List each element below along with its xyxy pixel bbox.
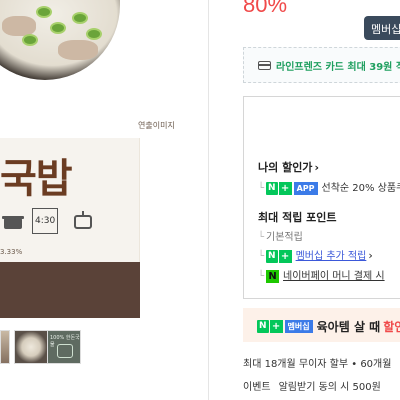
- product-main-image: 연출이미지 국밥 4:30 3.33%: [0, 0, 208, 318]
- scallion: [36, 6, 52, 18]
- thumbnail-2[interactable]: [14, 330, 48, 364]
- chevron-right-icon: ›: [314, 161, 319, 174]
- app-coupon-text: 선착순 20% 상품쿠폰: [321, 183, 400, 194]
- event-text: 알림받기 동의 시 500원: [278, 382, 381, 393]
- event-label: 이벤트: [243, 382, 271, 393]
- timer-icon: 4:30: [32, 208, 58, 234]
- scallion: [86, 28, 102, 40]
- membership-extra-points-link[interactable]: 멤버십 추가 적립: [296, 251, 367, 262]
- membership-button[interactable]: 멤버십: [364, 16, 400, 40]
- npay-money-link[interactable]: 네이버페이 머니 결제 시: [283, 271, 385, 282]
- panel-divider: [208, 0, 209, 400]
- plus-badge: +: [278, 181, 292, 195]
- promo-accent-text: 할인: [383, 320, 400, 334]
- scallion: [22, 34, 38, 46]
- plus-badge: +: [269, 320, 283, 333]
- scallion: [50, 22, 66, 34]
- ambient-image-label: 연출이미지: [138, 121, 175, 130]
- package-icons: 4:30: [0, 208, 140, 242]
- naver-n-badge: N: [266, 249, 278, 263]
- naver-n-badge: N: [266, 181, 278, 195]
- event-info: 이벤트 알림받기 동의 시 500원: [243, 378, 381, 393]
- tree-branch-icon: └: [258, 183, 265, 194]
- discount-rate: 80%: [243, 0, 288, 17]
- thumbnail-3[interactable]: 100% 한돈국물: [47, 330, 81, 364]
- chevron-right-icon: ›: [368, 249, 373, 262]
- card-benefit-text: 라인프렌즈 카드 최대 39원 적립: [276, 62, 400, 73]
- basic-points-label: 기본적립: [266, 232, 303, 243]
- card-benefit-banner[interactable]: 라인프렌즈 카드 최대 39원 적립: [243, 47, 400, 83]
- npay-points-row: └ N 네이버페이 머니 결제 시: [258, 267, 385, 283]
- membership-points-row: └ N + 멤버십 추가 적립 ›: [258, 247, 373, 263]
- basic-points-row: └ 기본적립: [258, 228, 303, 243]
- soup-bowl-image: [0, 0, 120, 80]
- pot-icon: [2, 216, 24, 229]
- credit-card-icon: [258, 61, 271, 70]
- max-points-label: 최대 적립 포인트: [258, 211, 337, 224]
- thumbnail-1[interactable]: [0, 330, 10, 364]
- benefit-box: 나의 할인가› └N+APP선착순 20% 상품쿠폰 최대 적립 포인트 └기본…: [243, 96, 400, 299]
- tree-branch-icon: └: [258, 251, 265, 262]
- meat-slice: [58, 40, 98, 60]
- app-badge: APP: [293, 181, 318, 195]
- naver-pay-badge: N: [266, 269, 280, 283]
- tree-branch-icon: └: [258, 271, 265, 282]
- package-note: 3.33%: [0, 248, 23, 256]
- membership-badge: 멤버십: [284, 320, 313, 333]
- naver-n-badge: N: [257, 320, 269, 333]
- installment-info: 최대 18개월 무이자 할부 • 60개월: [243, 359, 392, 370]
- promo-text: 육아템 살 때: [316, 320, 381, 334]
- thumbnail-strip: 100% 한돈국물: [0, 330, 208, 364]
- package-bottom-band: [0, 262, 140, 318]
- app-coupon-row: └N+APP선착순 20% 상품쿠폰: [258, 179, 400, 195]
- my-discount-price-link[interactable]: 나의 할인가 ›: [258, 159, 319, 175]
- stove-icon: [74, 211, 92, 229]
- my-discount-label: 나의 할인가: [258, 161, 313, 174]
- membership-promo-banner[interactable]: N + 멤버십 육아템 살 때 할인: [243, 308, 400, 342]
- scallion: [72, 12, 88, 24]
- tree-branch-icon: └: [258, 232, 265, 243]
- plus-badge: +: [278, 249, 292, 263]
- meat-slice: [2, 16, 36, 36]
- package-title: 국밥: [0, 156, 73, 202]
- package-icon: [57, 344, 73, 358]
